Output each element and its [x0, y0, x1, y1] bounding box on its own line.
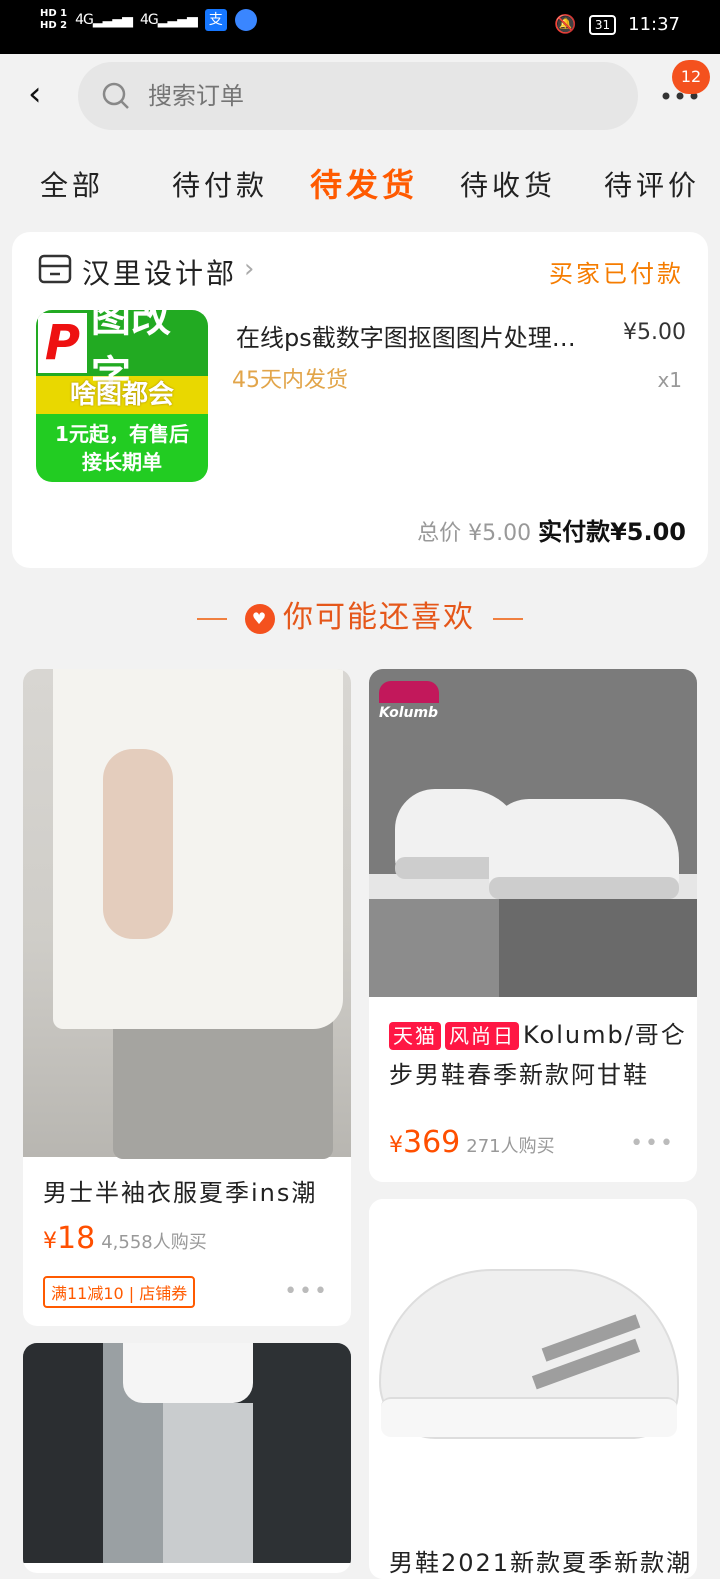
shop-icon: [38, 254, 72, 284]
fashion-day-tag: 风尚日: [445, 1022, 519, 1050]
tab-pending-shipment[interactable]: 待发货: [310, 160, 418, 206]
product-photo[interactable]: Kolumb: [369, 669, 697, 997]
shop-name[interactable]: 汉里设计部: [82, 252, 237, 292]
product-photo[interactable]: [23, 669, 351, 1159]
total-value: ¥5.00: [468, 521, 532, 546]
signal-icon-2: 4G▂▃▄▅: [139, 12, 198, 28]
order-total: 总价 ¥5.00 实付款¥5.00: [417, 512, 686, 547]
order-tabs: 全部 待付款 待发货 待收货 待评价: [0, 154, 720, 214]
mute-icon: 🔕: [554, 14, 577, 35]
order-status: 买家已付款: [549, 260, 684, 288]
recommend-card-pants[interactable]: [23, 1343, 351, 1573]
battery-icon: 31: [588, 14, 617, 35]
product-quantity: x1: [657, 368, 682, 392]
alipay-icon: 支: [204, 9, 227, 31]
recommend-card-kolumb[interactable]: Kolumb 天猫 风尚日 Kolumb/哥仑 步男鞋春季新款阿甘鞋 ¥369 271…: [369, 669, 697, 1182]
heart-icon: ♥: [245, 603, 275, 634]
tab-all[interactable]: 全部: [40, 164, 104, 204]
ship-note: 45天内发货: [232, 368, 348, 393]
recommend-card-price: ¥369 271人购买: [389, 1125, 555, 1160]
recommend-card-title[interactable]: 天猫 风尚日 Kolumb/哥仑 步男鞋春季新款阿甘鞋: [389, 1015, 687, 1095]
total-label: 总价: [417, 521, 462, 546]
product-image-line4: 接长期单: [82, 450, 162, 474]
brand-logo: Kolumb: [379, 681, 439, 721]
paid-label: 实付款: [538, 518, 611, 546]
product-image-line2: 啥图都会: [69, 380, 174, 410]
coupon-badge: 满11减10 | 店铺券: [43, 1276, 196, 1308]
back-arrow-icon[interactable]: ‹: [28, 77, 56, 111]
recommend-card-sneaker[interactable]: 男鞋2021新款夏季新款潮: [369, 1199, 697, 1579]
more-options-icon[interactable]: •••: [284, 1279, 329, 1304]
paid-value: ¥5.00: [610, 518, 686, 546]
product-image[interactable]: P 图改字 啥图都会 1元起，有售后 接长期单: [36, 310, 208, 482]
app-icon: [234, 9, 257, 31]
search-bar[interactable]: [78, 62, 638, 130]
more-options-icon[interactable]: •••: [630, 1131, 675, 1156]
search-input[interactable]: [148, 76, 608, 116]
status-bar: HD 1 HD 2 4G▂▃▄▅ 4G▂▃▄▅ 支 🔕 31 11:37: [0, 0, 720, 54]
clock: 11:37: [628, 14, 680, 35]
tab-pending-receipt[interactable]: 待收货: [460, 164, 556, 204]
product-photo[interactable]: [369, 1199, 697, 1529]
recommend-card-title[interactable]: 男士半袖衣服夏季ins潮: [43, 1173, 317, 1213]
tab-pending-payment[interactable]: 待付款: [172, 164, 268, 204]
chevron-right-icon: ›: [244, 254, 255, 284]
product-image-line3: 1元起，有售后: [55, 422, 189, 446]
notification-badge: 12: [672, 60, 710, 94]
signal-icon-1: 4G▂▃▄▅: [75, 12, 133, 28]
product-image-letter: P: [38, 313, 87, 373]
product-title[interactable]: 在线ps截数字图抠图图片处理…: [236, 318, 616, 353]
product-photo[interactable]: [23, 1343, 351, 1563]
hd-signal-icon: HD 1 HD 2: [40, 8, 68, 31]
tmall-tag: 天猫: [389, 1022, 441, 1050]
divider: [492, 617, 523, 620]
divider: [197, 617, 228, 620]
product-price: ¥5.00: [623, 320, 686, 345]
tab-pending-review[interactable]: 待评价: [604, 164, 700, 204]
search-icon: [102, 82, 129, 109]
buyer-count: 271人购买: [466, 1136, 555, 1157]
header: ‹ 12 全部 待付款 待发货 待收货 待评价: [0, 54, 720, 218]
order-card[interactable]: 汉里设计部 › 买家已付款 P 图改字 啥图都会 1元起，有售后 接长期单 在线…: [12, 232, 708, 568]
recommend-card-shirt[interactable]: 男士半袖衣服夏季ins潮 ¥18 4,558人购买 满11减10 | 店铺券 ••…: [23, 669, 351, 1326]
recommend-card-title[interactable]: 男鞋2021新款夏季新款潮: [389, 1543, 692, 1579]
recommend-card-price: ¥18 4,558人购买: [43, 1221, 207, 1256]
buyer-count: 4,558人购买: [101, 1232, 207, 1253]
recommend-header: ♥ 你可能还喜欢: [0, 592, 720, 636]
recommend-title: 你可能还喜欢: [283, 600, 475, 635]
